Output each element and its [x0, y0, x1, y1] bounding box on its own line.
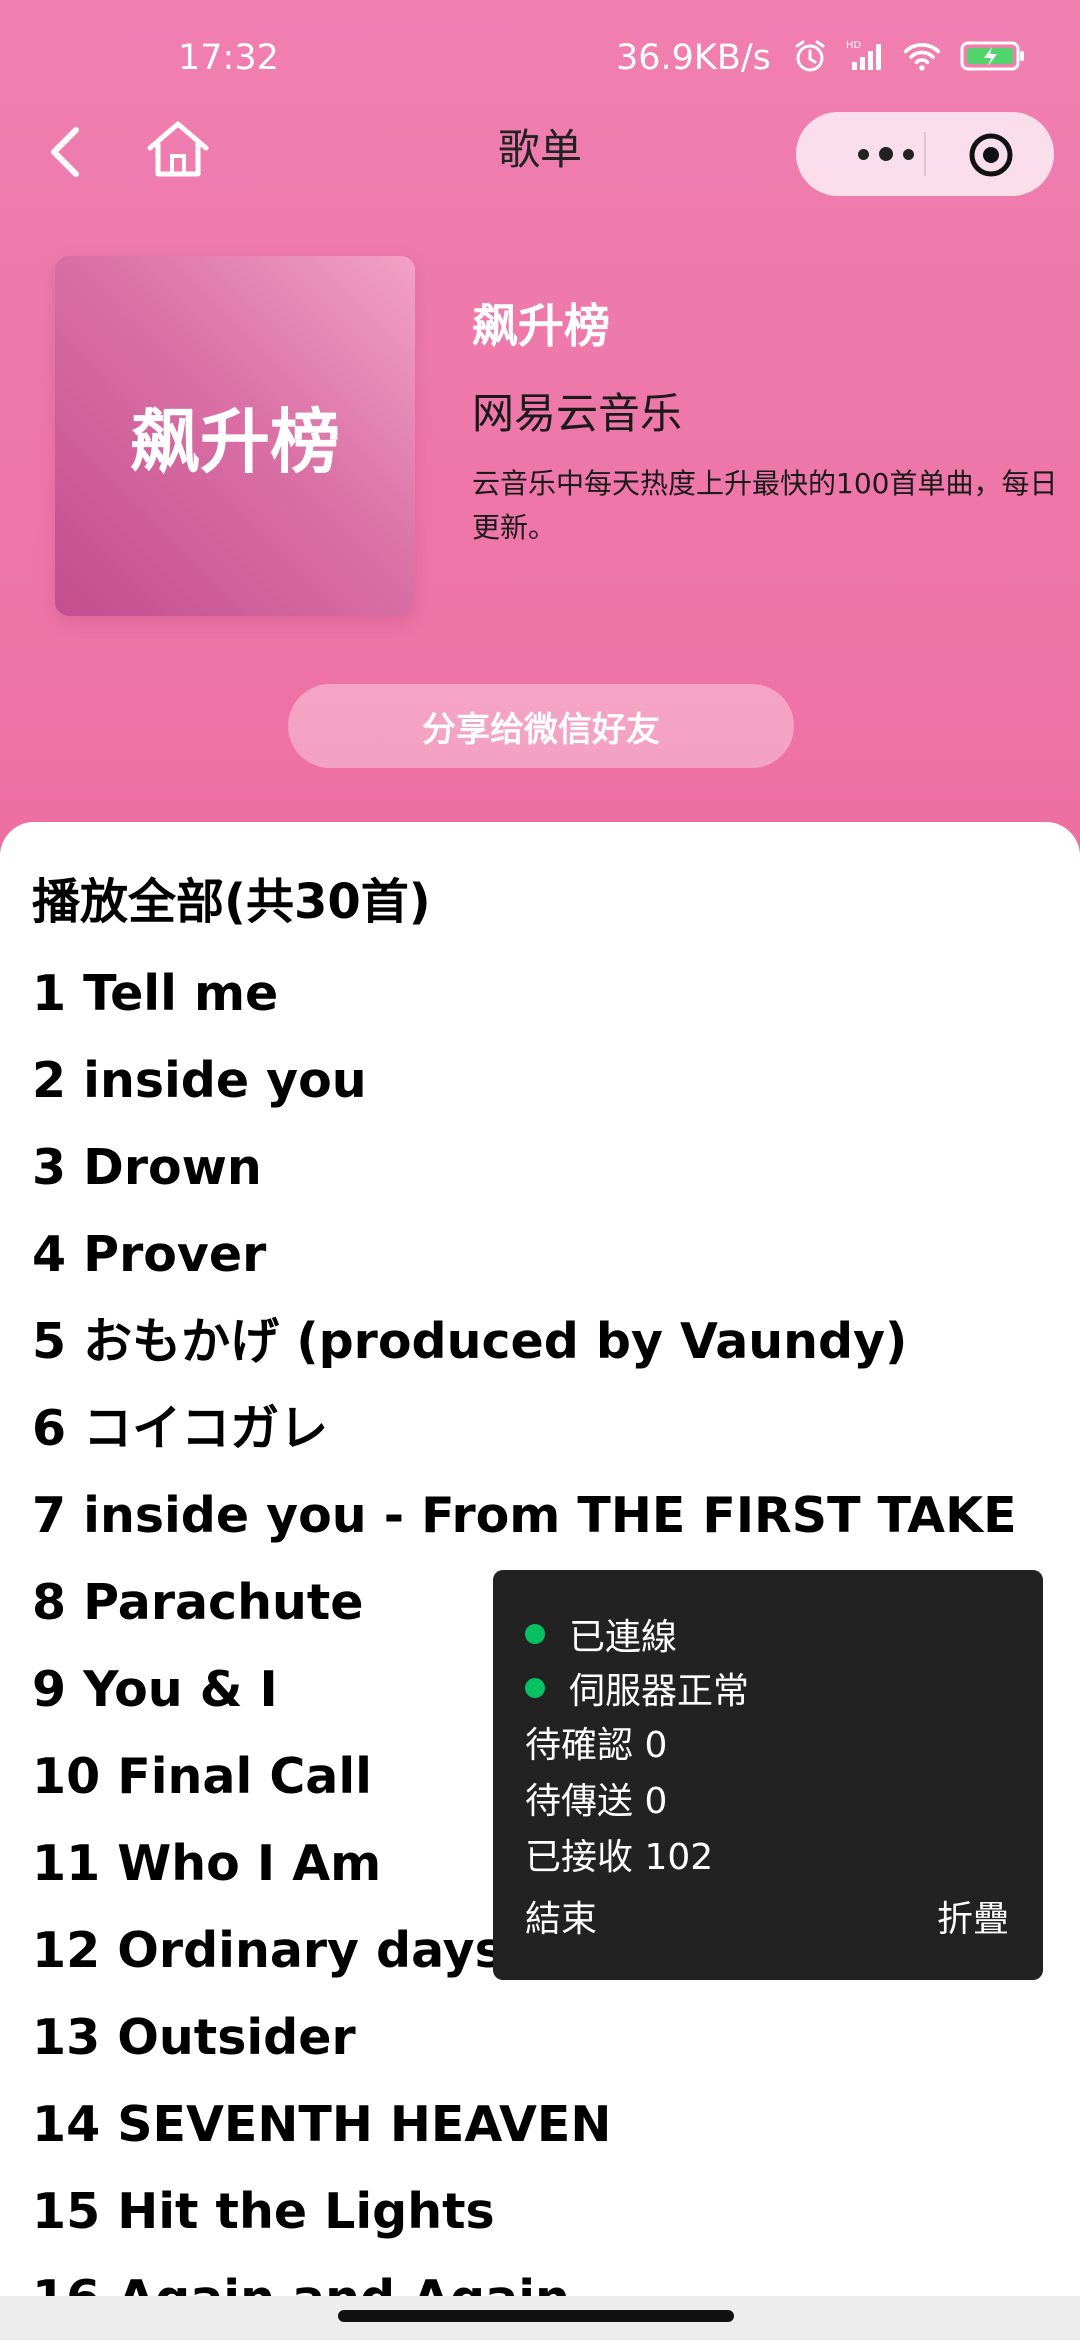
home-indicator-bar[interactable] — [338, 2310, 734, 2322]
play-all-button[interactable]: 播放全部(共30首) — [32, 862, 431, 932]
debug-connected-row: 已連線 — [525, 1608, 677, 1660]
track-item[interactable]: 6 コイコガレ — [32, 1385, 1017, 1472]
debug-received: 已接收 102 — [525, 1837, 714, 1878]
wifi-icon — [902, 36, 942, 76]
debug-panel: 已連線 伺服器正常 待確認 0 待傳送 0 已接收 102 結束 折疊 — [493, 1570, 1043, 1980]
track-item[interactable]: 7 inside you - From THE FIRST TAKE — [32, 1472, 1017, 1559]
hd-signal-icon: HD — [846, 36, 886, 76]
track-item[interactable]: 5 おもかげ (produced by Vaundy) — [32, 1298, 1017, 1385]
track-item[interactable]: 2 inside you — [32, 1037, 1017, 1124]
playlist-cover[interactable]: 飙升榜 — [55, 256, 415, 616]
alarm-icon — [790, 36, 830, 76]
status-dot-icon — [525, 1678, 545, 1698]
playlist-title: 飙升榜 — [472, 299, 610, 353]
status-time: 17:32 — [178, 38, 279, 78]
track-item[interactable]: 13 Outsider — [32, 1994, 1017, 2081]
track-item[interactable]: 3 Drown — [32, 1124, 1017, 1211]
debug-pending-send: 待傳送 0 — [525, 1781, 668, 1822]
target-icon[interactable] — [968, 132, 1014, 178]
debug-server-row: 伺服器正常 — [525, 1662, 749, 1714]
debug-pending-confirm: 待確認 0 — [525, 1725, 668, 1766]
track-item[interactable]: 4 Prover — [32, 1211, 1017, 1298]
track-item[interactable]: 15 Hit the Lights — [32, 2168, 1017, 2255]
status-dot-icon — [525, 1624, 545, 1644]
share-wechat-button[interactable]: 分享给微信好友 — [288, 684, 794, 768]
playlist-creator: 网易云音乐 — [472, 389, 683, 438]
track-item[interactable]: 1 Tell me — [32, 950, 1017, 1037]
status-net-speed: 36.9KB/s — [616, 38, 771, 78]
more-dots-icon[interactable] — [836, 134, 936, 174]
capsule-divider — [924, 132, 926, 176]
svg-text:HD: HD — [846, 40, 862, 51]
debug-connected: 已連線 — [569, 1617, 678, 1658]
debug-end-button[interactable]: 結束 — [525, 1890, 597, 1942]
status-bar: 17:32 36.9KB/s HD — [0, 30, 1080, 90]
playlist-description: 云音乐中每天热度上升最快的100首单曲，每日更新。 — [472, 467, 1058, 544]
debug-server-ok: 伺服器正常 — [569, 1671, 750, 1712]
debug-fold-button[interactable]: 折疊 — [937, 1890, 1009, 1942]
cover-text: 飙升榜 — [130, 400, 340, 483]
battery-charging-icon — [958, 36, 1028, 76]
miniapp-capsule — [796, 112, 1054, 196]
track-item[interactable]: 14 SEVENTH HEAVEN — [32, 2081, 1017, 2168]
